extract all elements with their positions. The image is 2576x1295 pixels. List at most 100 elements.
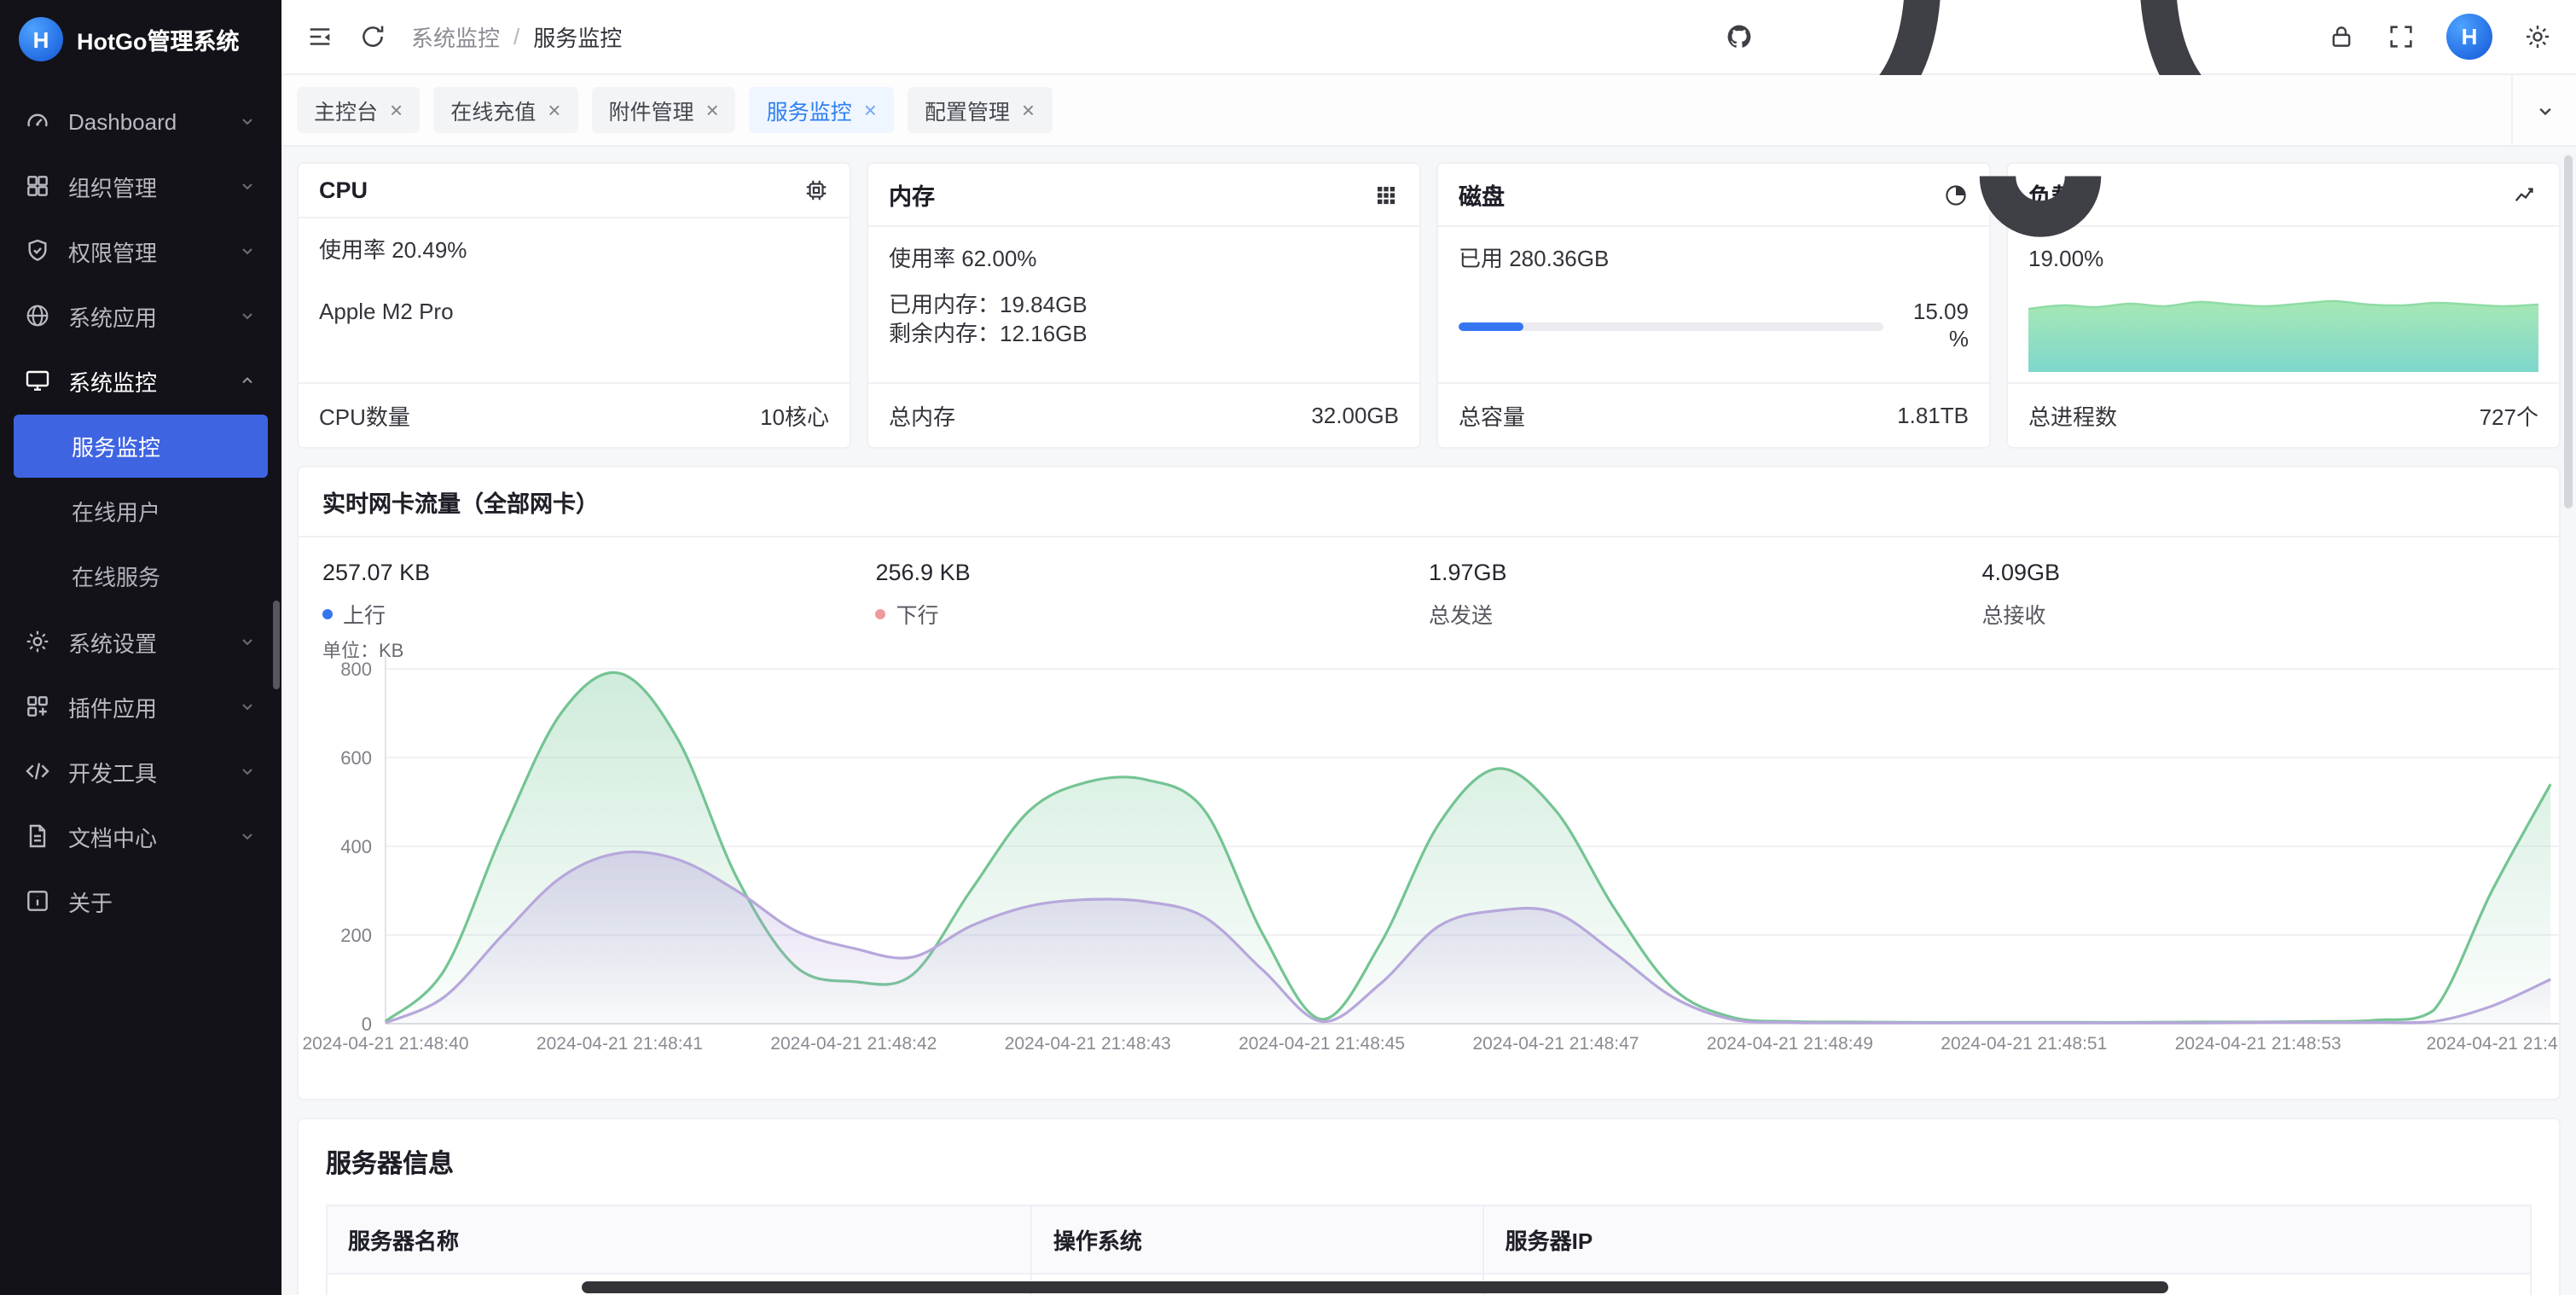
chart-unit-label: 单位：KB <box>322 636 403 664</box>
tab-close-icon[interactable]: × <box>1022 99 1035 121</box>
network-stat-value: 4.09GB <box>1982 560 2536 585</box>
tab-close-icon[interactable]: × <box>705 99 718 121</box>
network-traffic-chart: 单位：KB 02004006008002024-04-21 21:48:4020… <box>299 635 2559 1099</box>
memory-card-title: 内存 <box>889 177 935 212</box>
breadcrumb: 系统监控 / 服务监控 <box>411 20 622 53</box>
breadcrumb-current: 服务监控 <box>533 20 622 53</box>
cpu-icon <box>804 177 829 203</box>
fullscreen-icon[interactable] <box>2387 22 2416 51</box>
avatar[interactable]: H <box>2446 14 2492 60</box>
settings-gear-icon[interactable] <box>2523 22 2552 51</box>
monitor-icon <box>24 367 51 394</box>
disk-progress-fill <box>1459 322 1523 331</box>
sidebar-item-system-monitor[interactable]: 系统监控 <box>0 348 281 413</box>
memory-usage-text: 使用率 62.00% <box>889 244 1399 275</box>
svg-text:2024-04-21 21:48:49: 2024-04-21 21:48:49 <box>1707 1034 1873 1054</box>
load-footer-value: 727个 <box>2480 399 2538 432</box>
tab-close-icon[interactable]: × <box>864 99 877 121</box>
tab-close-icon[interactable]: × <box>390 99 403 121</box>
network-stat-0: 257.07 KB上行 <box>322 560 876 630</box>
disk-card-title: 磁盘 <box>1459 177 1505 212</box>
sidebar-subitem-online-users[interactable]: 在线用户 <box>14 479 268 543</box>
refresh-icon[interactable] <box>358 22 387 51</box>
load-footer-label: 总进程数 <box>2028 399 2117 432</box>
sidebar-item-system-settings[interactable]: 系统设置 <box>0 609 281 674</box>
svg-text:2024-04-21 21:48:42: 2024-04-21 21:48:42 <box>770 1034 937 1054</box>
cpu-model-text: Apple M2 Pro <box>319 297 829 328</box>
server-ip-column-header: 服务器IP <box>1484 1205 2531 1274</box>
legend-dot-icon <box>322 608 333 618</box>
sidebar-item-dev-tools[interactable]: 开发工具 <box>0 739 281 804</box>
tabs: 主控台× 在线充值× 附件管理× 服务监控 × 配置管理 × <box>297 87 1052 133</box>
server-table-header-row: 服务器名称 操作系统 服务器IP <box>327 1205 2531 1274</box>
legend-dot-icon <box>876 608 886 618</box>
tab-service-monitor[interactable]: 服务监控 × <box>750 87 894 133</box>
disk-percent-text: 15.09 % <box>1900 299 1969 354</box>
sidebar-item-about[interactable]: 关于 <box>0 868 281 933</box>
load-trend-icon <box>2513 182 2538 207</box>
network-stat-2: 1.97GB总发送 <box>1429 560 1982 630</box>
svg-text:2024-04-21 21:48:41: 2024-04-21 21:48:41 <box>537 1034 703 1054</box>
server-info-title: 服务器信息 <box>326 1145 2532 1181</box>
disk-footer-value: 1.81TB <box>1897 403 1969 428</box>
memory-free-text: 剩余内存：12.16GB <box>889 319 1399 348</box>
chevron-down-icon <box>237 111 258 131</box>
memory-icon <box>1373 182 1399 207</box>
menu-collapse-icon[interactable] <box>305 22 334 51</box>
shield-icon <box>24 237 51 264</box>
sidebar-item-permission[interactable]: 权限管理 <box>0 218 281 283</box>
sidebar-subitem-service-monitor[interactable]: 服务监控 <box>14 415 268 478</box>
network-stat-value: 1.97GB <box>1429 560 1982 585</box>
app-logo[interactable]: H HotGo管理系统 <box>0 0 281 78</box>
chevron-down-icon <box>2532 98 2556 122</box>
tab-label: 配置管理 <box>925 94 1010 126</box>
tab-console[interactable]: 主控台× <box>297 87 420 133</box>
horizontal-scrollbar[interactable] <box>582 1281 2168 1293</box>
tab-attachments[interactable]: 附件管理× <box>591 87 735 133</box>
sidebar: H HotGo管理系统 Dashboard组织管理权限管理系统应用系统监控服务监… <box>0 0 281 1295</box>
svg-text:600: 600 <box>340 747 372 769</box>
sidebar-menu: Dashboard组织管理权限管理系统应用系统监控服务监控在线用户在线服务系统设… <box>0 78 281 1295</box>
sidebar-item-system-apps[interactable]: 系统应用 <box>0 283 281 348</box>
svg-text:2024-04-21 21:4: 2024-04-21 21:4 <box>2427 1034 2558 1054</box>
sidebar-item-docs[interactable]: 文档中心 <box>0 804 281 868</box>
doc-icon <box>24 822 51 850</box>
tab-recharge[interactable]: 在线充值× <box>433 87 577 133</box>
tabs-dropdown-button[interactable] <box>2511 75 2576 145</box>
sidebar-item-dashboard[interactable]: Dashboard <box>0 89 281 154</box>
svg-text:200: 200 <box>340 925 372 946</box>
disk-footer-label: 总容量 <box>1459 399 1525 432</box>
cpu-usage-text: 使用率 20.49% <box>319 235 829 266</box>
globe-icon <box>24 302 51 329</box>
disk-progress-bar <box>1459 322 1883 331</box>
breadcrumb-parent[interactable]: 系统监控 <box>411 20 500 53</box>
org-icon <box>24 172 51 200</box>
server-name-column-header: 服务器名称 <box>327 1205 1032 1274</box>
network-card-title: 实时网卡流量（全部网卡） <box>299 467 2559 537</box>
cpu-footer-value: 10核心 <box>760 399 829 432</box>
network-stat-1: 256.9 KB下行 <box>876 560 1430 630</box>
chevron-down-icon <box>237 826 258 846</box>
apps-icon <box>24 693 51 720</box>
chevron-down-icon <box>237 696 258 717</box>
sidebar-subitem-online-services[interactable]: 在线服务 <box>14 544 268 607</box>
lock-icon[interactable] <box>2327 22 2356 51</box>
tab-label: 服务监控 <box>767 94 852 126</box>
cpu-card-title: CPU <box>319 177 368 203</box>
network-stat-value: 256.9 KB <box>876 560 1430 585</box>
sidebar-item-organization[interactable]: 组织管理 <box>0 154 281 218</box>
memory-card: 内存 使用率 62.00% 已用内存：19.84GB 剩余内存：12.16GB … <box>867 162 1421 449</box>
network-stats-row: 257.07 KB上行256.9 KB下行1.97GB总发送4.09GB总接收 <box>299 537 2559 635</box>
github-icon[interactable] <box>1725 22 1754 51</box>
sidebar-scrollbar[interactable] <box>273 601 280 689</box>
vertical-scrollbar[interactable] <box>2564 155 2573 508</box>
memory-footer-label: 总内存 <box>889 399 955 432</box>
chevron-down-icon <box>237 241 258 261</box>
breadcrumb-separator: / <box>513 24 519 49</box>
tab-strip: 主控台× 在线充值× 附件管理× 服务监控 × 配置管理 × <box>281 75 2576 147</box>
network-stat-label: 上行 <box>322 597 876 630</box>
sidebar-item-plugins[interactable]: 插件应用 <box>0 674 281 739</box>
tab-close-icon[interactable]: × <box>548 99 560 121</box>
load-sparkline-chart <box>2028 287 2538 372</box>
tab-config[interactable]: 配置管理 × <box>908 87 1052 133</box>
